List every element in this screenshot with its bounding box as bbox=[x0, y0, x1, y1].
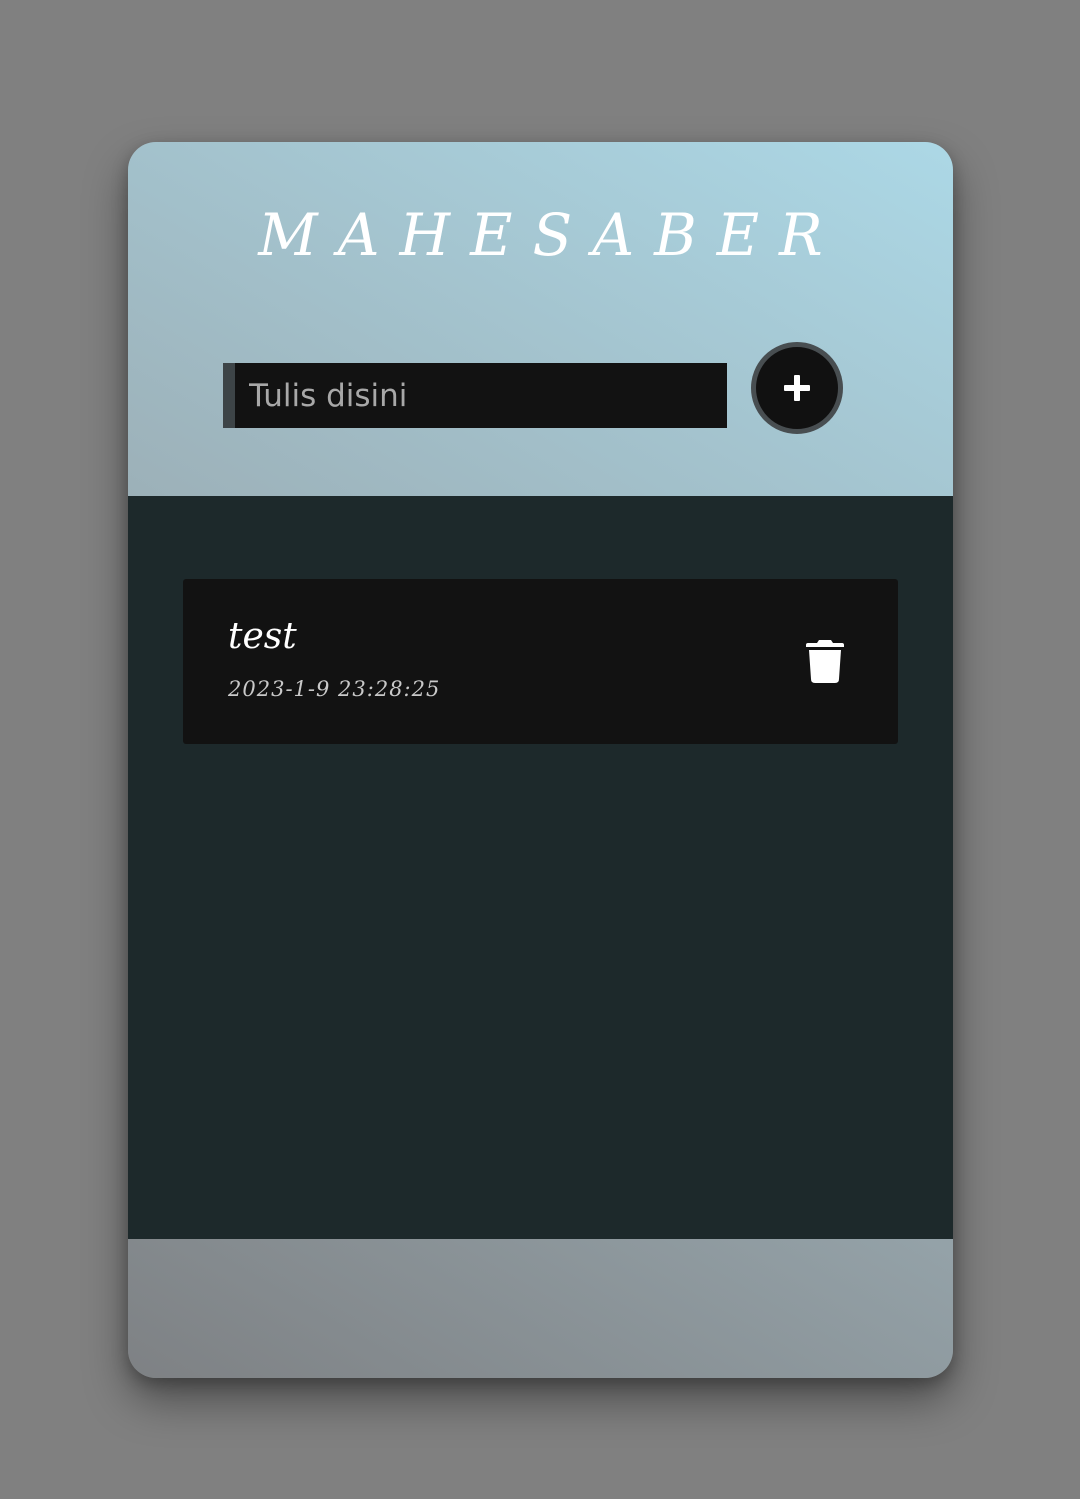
todo-input[interactable] bbox=[235, 363, 727, 428]
app-title: MAHESABER bbox=[258, 201, 843, 269]
todo-card: MAHESABER test 2023-1-9 23:28:25 bbox=[128, 142, 953, 1378]
todo-text: test bbox=[228, 616, 297, 657]
todo-item: test 2023-1-9 23:28:25 bbox=[183, 579, 898, 744]
add-todo-button[interactable] bbox=[751, 342, 843, 434]
delete-todo-button[interactable] bbox=[799, 631, 851, 691]
todo-date: 2023-1-9 23:28:25 bbox=[228, 677, 441, 701]
plus-icon bbox=[784, 375, 810, 401]
todo-list: test 2023-1-9 23:28:25 bbox=[128, 496, 953, 1239]
todo-input-container bbox=[223, 363, 727, 428]
trash-icon bbox=[806, 640, 844, 683]
